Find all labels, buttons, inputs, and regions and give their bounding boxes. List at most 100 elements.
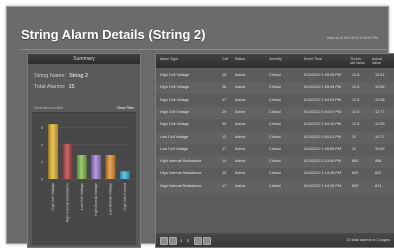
table-cell: 15 — [222, 171, 227, 176]
table-cell: 800 — [352, 171, 359, 176]
filter-bar: Click below to filter... Clear Filter — [34, 106, 134, 110]
table-cell: High Cell Voltage — [160, 97, 190, 102]
filter-hint: Click below to filter... — [34, 106, 66, 110]
category-label: High Overall Voltage — [94, 183, 98, 216]
table-row[interactable]: High Cell Voltage 16 Active Critical 5/11/20… — [156, 70, 394, 82]
table-cell: Low Cell Voltage — [160, 146, 189, 151]
string-name-value: String 2 — [69, 73, 89, 79]
clear-filter-link[interactable]: Clear Filter — [117, 106, 134, 110]
table-row[interactable]: High Internal Resistance 14 Active Critical… — [156, 156, 394, 169]
table-cell: 14 — [222, 159, 227, 164]
table-cell: Active — [235, 183, 246, 188]
page-1-link[interactable]: 1 — [180, 238, 182, 243]
y-tick-label: 6 — [41, 125, 44, 130]
table-row[interactable]: High Cell Voltage 29 Active Critical 5/11/20… — [156, 106, 394, 119]
first-page-icon[interactable] — [160, 237, 168, 245]
table-cell: 5/11/2012 1:05:06 PM — [304, 73, 342, 77]
col-status[interactable]: Status — [235, 57, 245, 61]
bar-shading — [105, 155, 116, 179]
col-actual-value[interactable]: Actual Value — [372, 57, 390, 65]
table-cell: High Cell Voltage — [160, 85, 190, 90]
string-name-label: String Name: — [34, 73, 67, 79]
table-cell: Active — [235, 85, 246, 90]
table-row[interactable]: High Cell Voltage 26 Active Critical 5/11/20… — [156, 82, 394, 95]
table-cell: 12.5 — [352, 97, 360, 102]
table-cell: 5/11/2012 1:04:07 PM — [304, 109, 342, 114]
table-cell: Active — [235, 109, 246, 114]
alarm-table: Alarm Type Cell Status Severity Event Ti… — [155, 53, 394, 248]
page-2-link[interactable]: 2 — [187, 238, 189, 243]
table-cell: 5/11/2012 1:05:21 PM — [304, 134, 342, 139]
table-cell: 5/11/2012 1:04:03 PM — [304, 97, 342, 102]
table-cell: Active — [235, 159, 246, 164]
table-cell: Active — [235, 146, 246, 151]
table-cell: 800 — [352, 159, 359, 164]
category-label: Low Overall Voltage — [108, 183, 112, 215]
page-title: String Alarm Details (String 2) — [21, 27, 206, 42]
table-cell: 12.5 — [352, 73, 360, 77]
table-cell: High Internal Resistance — [160, 183, 202, 188]
table-cell: Critical — [269, 109, 281, 114]
summary-panel: Summary String Name: String 2 Total Alarm… — [27, 53, 141, 248]
table-row[interactable]: High Internal Resistance 15 Active Critical… — [156, 168, 394, 180]
bar-shading — [91, 155, 102, 179]
table-cell: Critical — [269, 97, 281, 102]
y-tick-label: 2 — [41, 159, 44, 164]
col-severity[interactable]: Severity — [269, 57, 282, 61]
table-cell: High Internal Resistance — [160, 159, 202, 164]
table-cell: Critical — [269, 73, 281, 77]
table-row[interactable]: High Cell Voltage 30 Active Critical 5/11/20… — [156, 119, 394, 131]
previous-page-icon[interactable] — [169, 237, 177, 245]
table-cell: 12 — [222, 134, 227, 139]
table-cell: High Internal Resistance — [160, 171, 202, 176]
table-cell: 26 — [222, 85, 227, 90]
table-cell: Active — [235, 122, 246, 127]
table-cell: 11 — [352, 134, 356, 139]
col-event-time[interactable]: Event Time — [304, 57, 322, 61]
total-alarms-value: 15 — [68, 84, 75, 90]
table-cell: 12.5 — [352, 109, 360, 114]
table-cell: 5/11/2012 1:13:45 PM — [304, 171, 342, 176]
table-cell: 17 — [222, 146, 227, 151]
last-page-icon[interactable] — [203, 237, 211, 245]
table-cell: 12.77 — [375, 109, 385, 114]
table-cell: 12.61 — [375, 73, 385, 77]
table-cell: 10.59 — [375, 146, 385, 151]
col-cell[interactable]: Cell — [222, 57, 228, 61]
table-cell: Critical — [269, 159, 281, 164]
table-cell: 10.77 — [375, 134, 385, 139]
table-cell: Critical — [269, 85, 281, 90]
table-cell: 17 — [222, 183, 227, 188]
next-page-icon[interactable] — [194, 237, 202, 245]
table-row[interactable]: High Internal Resistance 17 Active Critical… — [156, 180, 394, 193]
table-cell: 12.58 — [375, 97, 385, 102]
table-cell: 27 — [222, 97, 227, 102]
table-cell: Critical — [269, 122, 281, 127]
table-row[interactable]: Low Cell Voltage 17 Active Critical 5/11/201… — [156, 144, 394, 156]
table-pager: 1 2 15 total alarms in 2 pages — [156, 233, 394, 247]
table-cell: High Cell Voltage — [160, 109, 190, 114]
alarm-type-chart: 0 2 4 6 High Cell Voltage High Internal Resi… — [32, 112, 136, 245]
table-cell: 5/11/2012 1:14:25 PM — [304, 183, 342, 188]
alarm-type-bar-chart: 0 2 4 6 High Cell Voltage High Internal Resi… — [41, 124, 132, 222]
table-cell: 16 — [222, 73, 227, 77]
category-label: High Internal Resistance — [65, 183, 69, 222]
col-threshold-value[interactable]: Thresh-old Value — [350, 57, 366, 65]
title-divider — [21, 49, 389, 50]
table-cell: 11 — [352, 146, 356, 151]
data-timestamp: Data as of 5/11/2012 6:05:02 PM — [326, 36, 378, 40]
table-cell: 12.5 — [352, 122, 360, 127]
pager-total: 15 total alarms in 2 pages — [346, 238, 390, 242]
summary-header: Summary — [28, 54, 140, 64]
table-cell: 958 — [375, 159, 382, 164]
table-row[interactable]: High Cell Voltage 27 Active Critical 5/11/20… — [156, 95, 394, 107]
table-cell: 874 — [375, 183, 382, 188]
table-row[interactable]: Low Cell Voltage 12 Active Critical 5/11/201… — [156, 131, 394, 144]
total-alarms-label: Total Alarms: — [34, 84, 66, 90]
col-alarm-type[interactable]: Alarm Type — [160, 57, 178, 61]
table-cell: Critical — [269, 134, 281, 139]
bar-shading — [48, 124, 59, 179]
string-name-row: String Name: String 2 — [34, 73, 88, 79]
table-cell: 30 — [222, 122, 227, 127]
table-cell: 12.5 — [352, 85, 360, 90]
